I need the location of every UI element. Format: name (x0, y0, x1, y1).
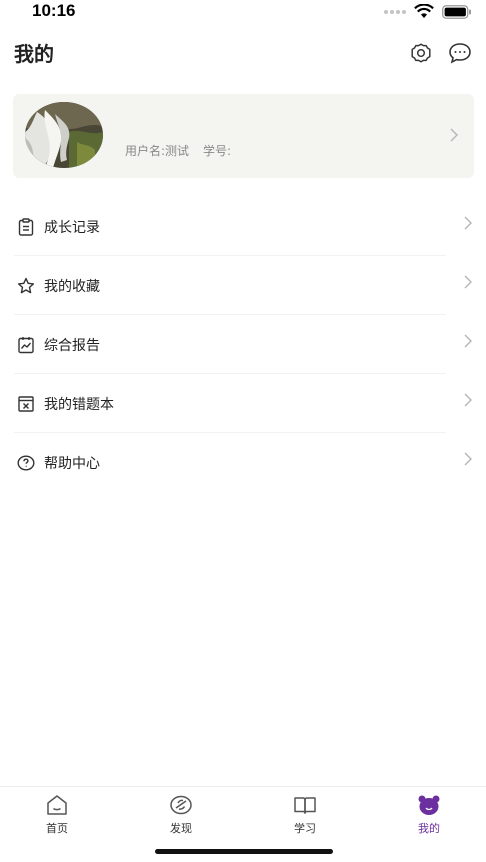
star-icon (17, 277, 35, 294)
gear-icon (411, 43, 431, 63)
home-indicator (155, 849, 333, 854)
chevron-right-icon (450, 127, 458, 146)
menu-item-favorites[interactable]: 我的收藏 (0, 256, 486, 315)
menu-list: 成长记录 我的收藏 综合报告 我的错题本 帮助中心 (0, 197, 486, 492)
chevron-right-icon (464, 452, 472, 466)
book-icon (294, 797, 316, 814)
tab-label: 我的 (418, 822, 440, 835)
settings-button[interactable] (408, 40, 434, 66)
menu-item-label: 帮助中心 (44, 456, 100, 472)
tab-discover[interactable]: 发现 (141, 793, 221, 843)
error-book-icon (18, 396, 34, 412)
menu-item-label: 我的错题本 (44, 397, 114, 413)
status-bar: 10:16 (0, 0, 486, 26)
chevron-right-icon (464, 216, 472, 230)
battery-icon (442, 4, 471, 19)
page-header: 我的 (0, 34, 486, 74)
menu-item-help-center[interactable]: 帮助中心 (0, 433, 486, 492)
tab-mine[interactable]: 我的 (389, 793, 469, 843)
tab-label: 学习 (294, 822, 316, 835)
status-time: 10:16 (32, 1, 76, 20)
tab-bar: 首页 发现 学习 我的 (0, 786, 486, 862)
avatar[interactable] (25, 102, 103, 168)
page-title: 我的 (14, 42, 54, 66)
menu-item-report[interactable]: 综合报告 (0, 315, 486, 374)
chevron-right-icon (464, 393, 472, 407)
menu-item-label: 综合报告 (44, 338, 100, 354)
username-label: 用户名:测试 (125, 144, 190, 158)
status-indicators (384, 4, 472, 19)
tab-home[interactable]: 首页 (17, 793, 97, 843)
chevron-right-icon (464, 334, 472, 348)
menu-item-growth-record[interactable]: 成长记录 (0, 197, 486, 256)
bear-icon (418, 795, 440, 815)
signal-icon (384, 9, 406, 14)
help-icon (17, 455, 35, 471)
menu-item-label: 成长记录 (44, 220, 100, 236)
wifi-icon (414, 4, 434, 18)
messages-button[interactable] (447, 40, 473, 66)
menu-item-error-book[interactable]: 我的错题本 (0, 374, 486, 433)
tab-label: 发现 (170, 822, 192, 835)
tab-label: 首页 (46, 822, 68, 835)
chevron-right-icon (464, 275, 472, 289)
student-id-label: 学号: (203, 144, 232, 158)
menu-item-label: 我的收藏 (44, 279, 100, 295)
report-icon (18, 337, 34, 354)
profile-info: 用户名:测试 学号: (125, 142, 231, 159)
chat-icon (449, 43, 471, 64)
discover-icon (170, 795, 192, 815)
home-icon (47, 795, 67, 815)
clipboard-icon (18, 218, 34, 236)
profile-card[interactable]: 用户名:测试 学号: (13, 94, 474, 178)
tab-learn[interactable]: 学习 (265, 793, 345, 843)
